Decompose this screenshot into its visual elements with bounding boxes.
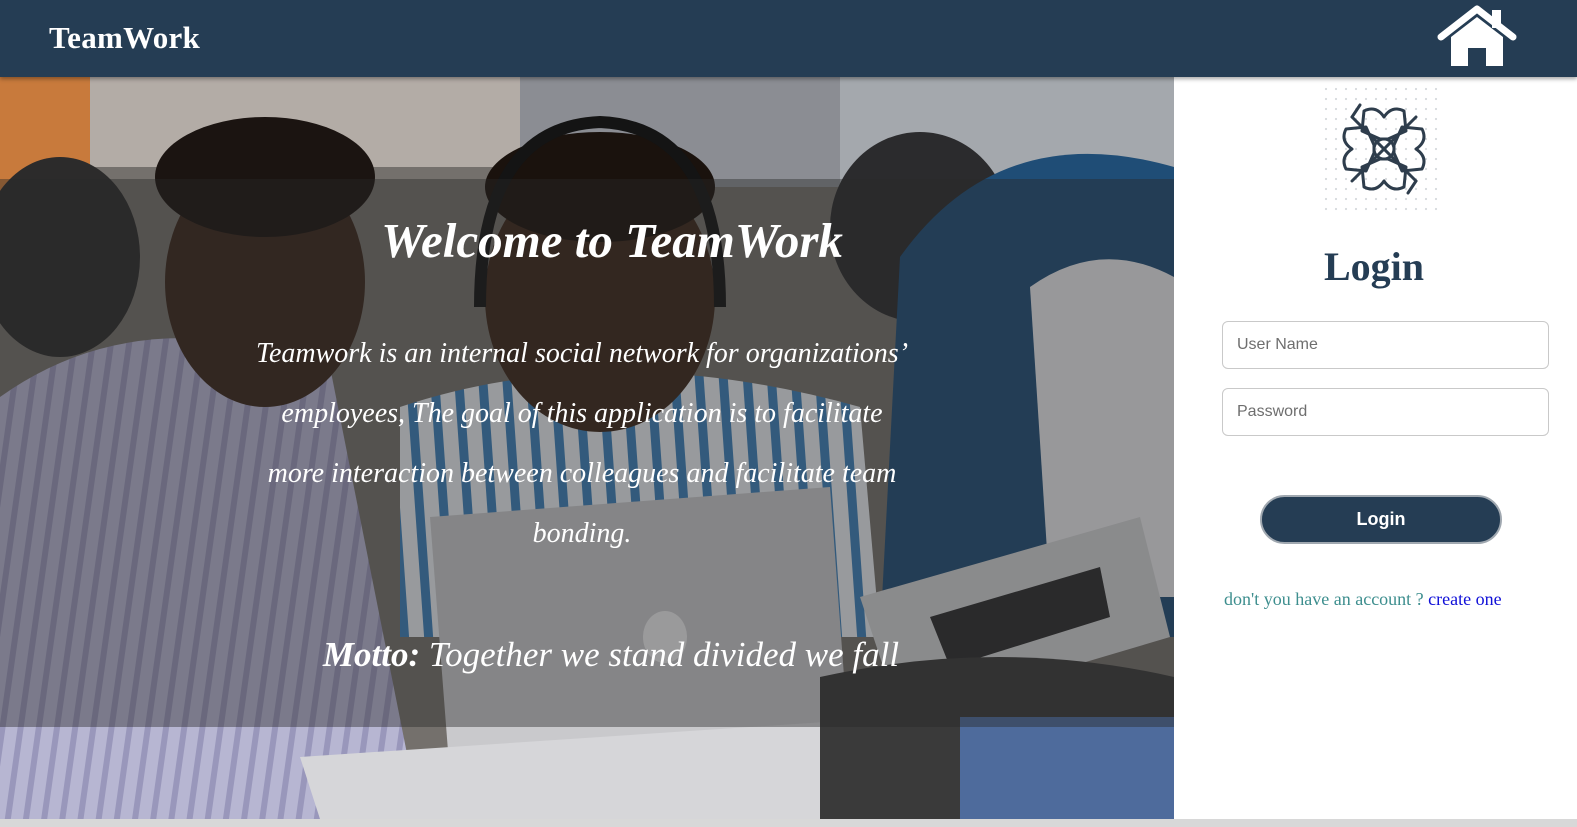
signup-question: don't you have an account ? — [1224, 589, 1424, 609]
teamwork-hands-icon — [1324, 87, 1444, 211]
hero-description: Teamwork is an internal social network f… — [255, 338, 909, 549]
signup-prompt: don't you have an account ? create one — [1224, 589, 1502, 610]
password-input[interactable] — [1222, 388, 1549, 436]
create-account-link[interactable]: create one — [1428, 589, 1501, 609]
hero-title: Welcome to TeamWork — [381, 213, 843, 268]
username-input[interactable] — [1222, 321, 1549, 369]
brand-name[interactable]: TeamWork — [49, 20, 200, 56]
top-navbar: TeamWork — [0, 0, 1577, 77]
bottom-strip — [0, 819, 1577, 827]
motto-label: Motto: — [322, 635, 421, 674]
login-panel: Login Login don't you have an account ? … — [1174, 77, 1577, 819]
login-button[interactable]: Login — [1260, 495, 1502, 544]
motto-text: Together we stand divided we fall — [428, 635, 900, 674]
home-icon[interactable] — [1436, 4, 1518, 70]
login-title: Login — [1324, 244, 1425, 289]
hero-section: Welcome to TeamWork Teamwork is an inter… — [0, 77, 1174, 819]
hero-motto: Motto: Together we stand divided we fall — [0, 635, 1174, 675]
